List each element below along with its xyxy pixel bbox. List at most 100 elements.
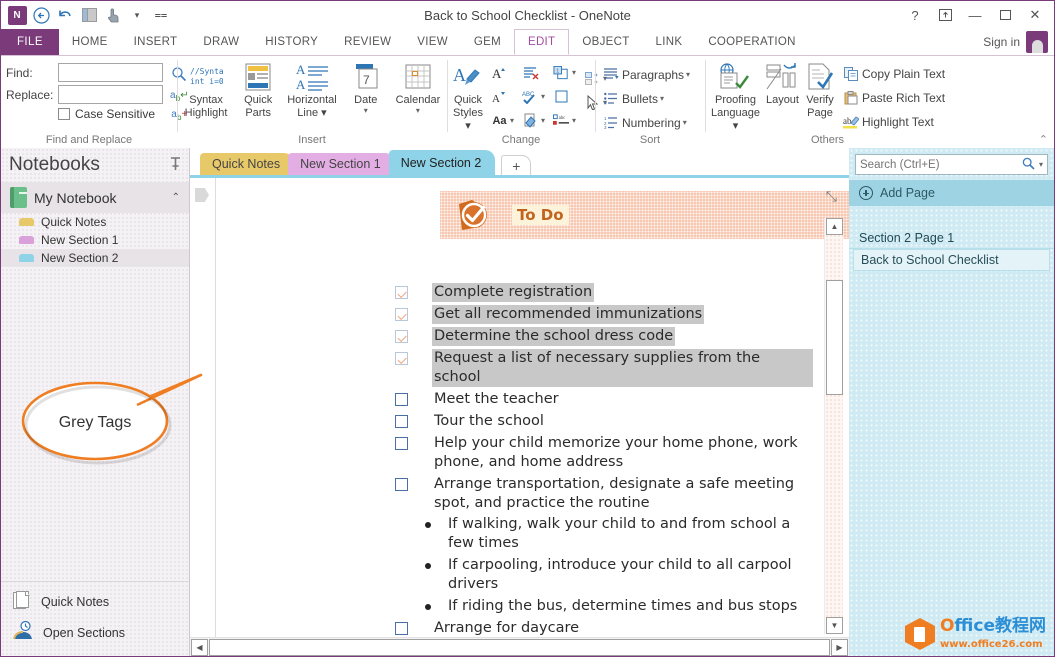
footer-quick-notes[interactable]: Quick Notes	[1, 586, 189, 617]
list-item[interactable]: Arrange transportation, designate a safe…	[395, 475, 813, 513]
search-scope-caret-icon[interactable]: ▾	[1039, 160, 1043, 169]
sort-paragraphs-button[interactable]: Paragraphs▾	[600, 63, 693, 86]
copy-plain-text-button[interactable]: Copy Plain Text	[840, 62, 948, 85]
note-canvas[interactable]: To Do ⤡ Complete registration Get all re…	[190, 175, 849, 656]
syntax-highlight-button[interactable]: //Syntaxint i=0; Syntax Highlight	[182, 59, 230, 122]
expand-page-icon[interactable]: ⤡	[826, 188, 837, 205]
date-dropdown-caret[interactable]: ▾	[364, 107, 368, 116]
horizontal-scroll-thumb[interactable]	[209, 639, 830, 656]
checkbox-unchecked[interactable]	[395, 478, 408, 491]
sort-numbering-button[interactable]: 123 Numbering▾	[600, 111, 690, 134]
tab-insert[interactable]: INSERT	[121, 29, 191, 55]
paste-rich-text-button[interactable]: Paste Rich Text	[840, 86, 948, 109]
tab-draw[interactable]: DRAW	[190, 29, 252, 55]
checkbox-checked[interactable]	[395, 330, 408, 343]
scroll-right-button[interactable]: ▶	[831, 639, 848, 656]
format-painter-button[interactable]: ▾	[519, 109, 548, 132]
shrink-font-button[interactable]: A	[488, 85, 517, 108]
quick-styles-button[interactable]: A Quick Styles ▾	[452, 59, 484, 134]
close-button[interactable]: ✕	[1020, 3, 1050, 27]
list-item[interactable]: Determine the school dress code	[395, 327, 813, 346]
date-button[interactable]: 7 Date ▾	[342, 59, 390, 118]
change-case-button[interactable]: Aa▾	[488, 109, 517, 132]
list-item[interactable]: Request a list of necessary supplies fro…	[395, 349, 813, 387]
proofing-language-button[interactable]: Proofing Language ▾	[710, 59, 761, 134]
list-item[interactable]: Tour the school	[395, 412, 813, 431]
add-section-button[interactable]: +	[501, 155, 531, 175]
undo-button[interactable]	[54, 4, 76, 26]
checkbox-unchecked[interactable]	[395, 622, 408, 635]
sidebar-section-new-section-1[interactable]: New Section 1	[1, 231, 189, 249]
tab-gem[interactable]: GEM	[461, 29, 514, 55]
checkbox-checked[interactable]	[395, 308, 408, 321]
page-header-container[interactable]: To Do	[440, 191, 849, 239]
clear-formatting-button[interactable]	[519, 61, 548, 84]
page-nav-arrow-icon[interactable]	[195, 188, 209, 202]
canvas-horizontal-scrollbar[interactable]: ◀ ▶	[190, 637, 849, 656]
checkbox-unchecked[interactable]	[395, 393, 408, 406]
vertical-scroll-thumb[interactable]	[826, 280, 843, 395]
pin-navigation-icon[interactable]	[170, 157, 181, 174]
list-item[interactable]: Complete registration	[395, 283, 813, 302]
list-item[interactable]: Help your child memorize your home phone…	[395, 434, 813, 472]
replace-input[interactable]	[58, 85, 163, 104]
avatar[interactable]	[1026, 31, 1048, 53]
section-tab-new-section-2[interactable]: New Section 2	[389, 150, 496, 175]
customize-qat-button[interactable]: ▾	[126, 4, 148, 26]
list-item[interactable]: If riding the bus, determine times and b…	[425, 597, 813, 616]
search-icon[interactable]	[1022, 157, 1035, 173]
section-tab-quick-notes[interactable]: Quick Notes	[200, 153, 294, 175]
scroll-up-button[interactable]: ▲	[826, 218, 843, 235]
collapse-ribbon-button[interactable]: ⌃	[1039, 133, 1048, 146]
minimize-button[interactable]: —	[960, 3, 990, 27]
scroll-left-button[interactable]: ◀	[191, 639, 208, 656]
checkbox-checked[interactable]	[395, 286, 408, 299]
page-list-item-back-to-school-checklist[interactable]: Back to School Checklist	[853, 249, 1050, 271]
footer-open-sections[interactable]: Open Sections	[1, 617, 189, 648]
checkbox-unchecked[interactable]	[395, 415, 408, 428]
tab-home[interactable]: HOME	[59, 29, 121, 55]
tab-link[interactable]: LINK	[643, 29, 696, 55]
restore-button[interactable]	[990, 3, 1020, 27]
tab-edit[interactable]: EDIT	[514, 29, 569, 55]
search-box[interactable]: ▾	[855, 154, 1048, 175]
case-sensitive-checkbox[interactable]	[58, 108, 70, 120]
tab-cooperation[interactable]: COOPERATION	[695, 29, 808, 55]
calendar-dropdown-caret[interactable]: ▾	[416, 107, 420, 116]
qat-more-button[interactable]: ⩵	[150, 4, 172, 26]
numbering-box-button[interactable]: 1▾	[550, 61, 579, 84]
back-button[interactable]	[30, 4, 52, 26]
list-item[interactable]: Arrange for daycare	[395, 619, 813, 638]
layout-button[interactable]: Layout	[765, 59, 800, 108]
quick-parts-button[interactable]: Quick Parts	[234, 59, 282, 122]
sign-in-link[interactable]: Sign in	[983, 35, 1020, 49]
grow-font-button[interactable]: A	[488, 61, 517, 84]
horizontal-line-button[interactable]: AA Horizontal Line ▾	[286, 59, 338, 122]
search-input[interactable]	[860, 159, 1018, 171]
list-item[interactable]: If walking, walk your child to and from …	[425, 515, 813, 553]
sort-bullets-button[interactable]: Bullets▾	[600, 87, 667, 110]
empty-box-button[interactable]	[550, 85, 579, 108]
spelling-button[interactable]: ABC▾	[519, 85, 548, 108]
tab-review[interactable]: REVIEW	[331, 29, 404, 55]
tab-view[interactable]: VIEW	[404, 29, 461, 55]
highlight-text-button[interactable]: ab Highlight Text	[840, 110, 948, 133]
scroll-down-button[interactable]: ▼	[826, 617, 843, 634]
tab-object[interactable]: OBJECT	[569, 29, 642, 55]
find-input[interactable]	[58, 63, 163, 82]
list-item[interactable]: Get all recommended immunizations	[395, 305, 813, 324]
text-box-button[interactable]: abc▾	[550, 109, 579, 132]
tab-history[interactable]: HISTORY	[252, 29, 331, 55]
sidebar-section-new-section-2[interactable]: New Section 2	[1, 249, 189, 267]
list-item[interactable]: If carpooling, introduce your child to a…	[425, 556, 813, 594]
help-button[interactable]: ?	[900, 3, 930, 27]
tab-file[interactable]: FILE	[1, 29, 59, 55]
section-tab-new-section-1[interactable]: New Section 1	[288, 153, 395, 175]
canvas-vertical-scrollbar[interactable]: ▲ ▼	[824, 218, 843, 634]
list-item[interactable]: Meet the teacher	[395, 390, 813, 409]
checkbox-checked[interactable]	[395, 352, 408, 365]
ribbon-display-options-button[interactable]	[930, 3, 960, 27]
checkbox-unchecked[interactable]	[395, 437, 408, 450]
touch-mode-button[interactable]	[102, 4, 124, 26]
dock-to-desktop-button[interactable]	[78, 4, 100, 26]
